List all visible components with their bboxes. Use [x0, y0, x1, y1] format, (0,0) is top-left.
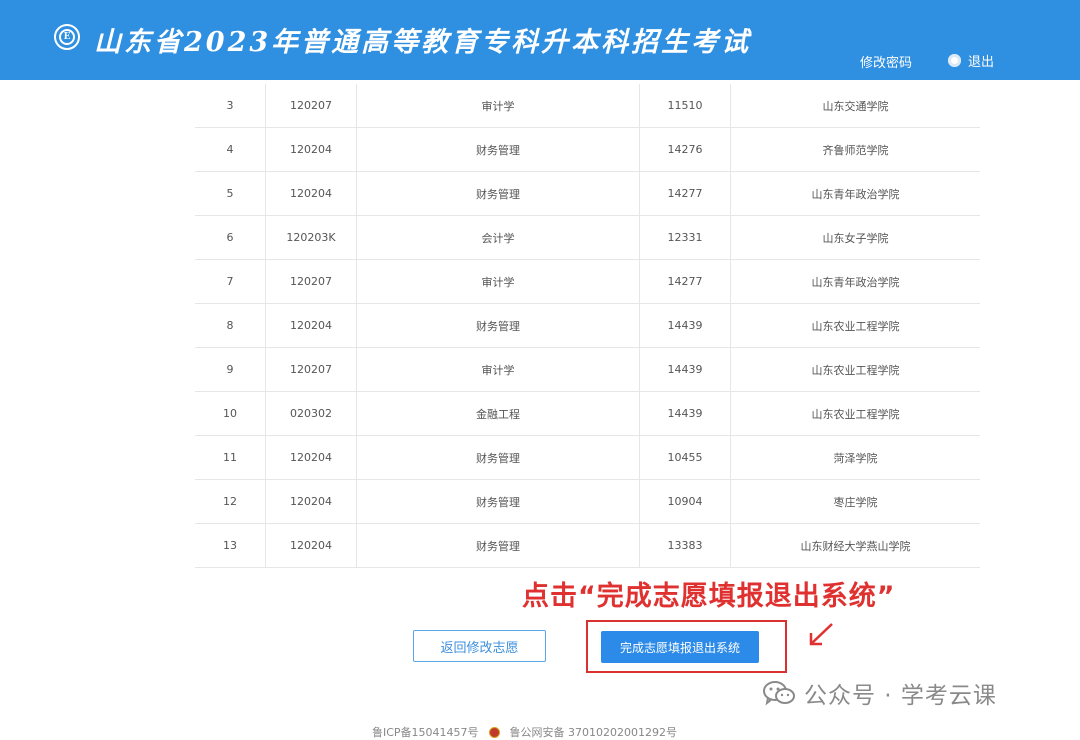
major-name: 会计学: [356, 215, 640, 260]
major-code: 120207: [265, 347, 357, 392]
school-name: 山东女子学院: [730, 215, 980, 260]
logo-glyph: E: [59, 29, 75, 45]
school-code: 10904: [639, 479, 731, 524]
major-name: 审计学: [356, 347, 640, 392]
table-row: 11 120204 财务管理 10455 菏泽学院: [195, 435, 980, 480]
major-name: 审计学: [356, 84, 640, 128]
school-code: 12331: [639, 215, 731, 260]
school-name: 山东青年政治学院: [730, 259, 980, 304]
page-title: 山东省2023年普通高等教育专科升本科招生考试: [94, 27, 752, 58]
major-code: 120204: [265, 435, 357, 480]
major-name: 财务管理: [356, 127, 640, 172]
school-code: 14439: [639, 347, 731, 392]
school-code: 14277: [639, 259, 731, 304]
row-index: 3: [195, 84, 266, 128]
instruction-annotation: 点击“完成志愿填报退出系统”: [522, 581, 896, 612]
major-name: 财务管理: [356, 479, 640, 524]
major-code: 120203K: [265, 215, 357, 260]
school-name: 山东交通学院: [730, 84, 980, 128]
table-row: 4 120204 财务管理 14276 齐鲁师范学院: [195, 127, 980, 172]
major-code: 120207: [265, 84, 357, 128]
school-code: 14276: [639, 127, 731, 172]
school-name: 枣庄学院: [730, 479, 980, 524]
major-code: 120204: [265, 171, 357, 216]
table-row: 6 120203K 会计学 12331 山东女子学院: [195, 215, 980, 260]
major-name: 金融工程: [356, 391, 640, 436]
table-row: 12 120204 财务管理 10904 枣庄学院: [195, 479, 980, 524]
school-code: 13383: [639, 523, 731, 568]
watermark-text: 公众号 · 学考云课: [804, 683, 997, 709]
major-name: 财务管理: [356, 523, 640, 568]
change-password-link[interactable]: 修改密码: [860, 52, 912, 71]
major-code: 020302: [265, 391, 357, 436]
police-record[interactable]: 鲁公网安备 37010202001292号: [510, 724, 677, 740]
arrow-icon: [809, 623, 833, 646]
police-badge-icon: [488, 726, 500, 738]
icp-record[interactable]: 鲁ICP备15041457号: [372, 724, 479, 740]
wechat-icon: [763, 681, 795, 706]
row-index: 10: [195, 391, 266, 436]
school-name: 齐鲁师范学院: [730, 127, 980, 172]
row-index: 7: [195, 259, 266, 304]
school-code: 10455: [639, 435, 731, 480]
application-table: 3 120207 审计学 11510 山东交通学院 4 120204 财务管理 14276 齐鲁师…: [195, 84, 980, 568]
table-row: 7 120207 审计学 14277 山东青年政治学院: [195, 259, 980, 304]
major-code: 120204: [265, 479, 357, 524]
school-name: 菏泽学院: [730, 435, 980, 480]
back-modify-button[interactable]: 返回修改志愿: [413, 630, 546, 662]
finish-logout-button[interactable]: 完成志愿填报退出系统: [601, 631, 759, 663]
logout-icon: [948, 54, 961, 67]
row-index: 12: [195, 479, 266, 524]
table-row: 9 120207 审计学 14439 山东农业工程学院: [195, 347, 980, 392]
top-header: E 山东省2023年普通高等教育专科升本科招生考试 修改密码 退出: [0, 0, 1080, 80]
table-row: 3 120207 审计学 11510 山东交通学院: [195, 84, 980, 128]
row-index: 6: [195, 215, 266, 260]
logout-label: 退出: [968, 55, 995, 70]
row-index: 11: [195, 435, 266, 480]
school-name: 山东青年政治学院: [730, 171, 980, 216]
table-body: 3 120207 审计学 11510 山东交通学院 4 120204 财务管理 14276 齐鲁师…: [195, 84, 980, 568]
major-code: 120204: [265, 127, 357, 172]
exam-logo-icon: E: [54, 24, 80, 50]
table-row: 13 120204 财务管理 13383 山东财经大学燕山学院: [195, 523, 980, 568]
school-code: 14439: [639, 303, 731, 348]
row-index: 13: [195, 523, 266, 568]
major-name: 财务管理: [356, 435, 640, 480]
logout-button[interactable]: 退出: [948, 51, 994, 70]
row-index: 8: [195, 303, 266, 348]
major-code: 120204: [265, 303, 357, 348]
school-name: 山东农业工程学院: [730, 347, 980, 392]
school-name: 山东财经大学燕山学院: [730, 523, 980, 568]
row-index: 5: [195, 171, 266, 216]
watermark: 公众号 · 学考云课: [762, 676, 997, 710]
row-index: 4: [195, 127, 266, 172]
major-code: 120204: [265, 523, 357, 568]
school-name: 山东农业工程学院: [730, 303, 980, 348]
school-code: 11510: [639, 84, 731, 128]
footer: 鲁ICP备15041457号 鲁公网安备 37010202001292号: [372, 724, 677, 740]
table-row: 5 120204 财务管理 14277 山东青年政治学院: [195, 171, 980, 216]
major-name: 财务管理: [356, 303, 640, 348]
table-row: 10 020302 金融工程 14439 山东农业工程学院: [195, 391, 980, 436]
school-code: 14277: [639, 171, 731, 216]
school-code: 14439: [639, 391, 731, 436]
row-index: 9: [195, 347, 266, 392]
major-name: 财务管理: [356, 171, 640, 216]
major-code: 120207: [265, 259, 357, 304]
table-row: 8 120204 财务管理 14439 山东农业工程学院: [195, 303, 980, 348]
school-name: 山东农业工程学院: [730, 391, 980, 436]
major-name: 审计学: [356, 259, 640, 304]
